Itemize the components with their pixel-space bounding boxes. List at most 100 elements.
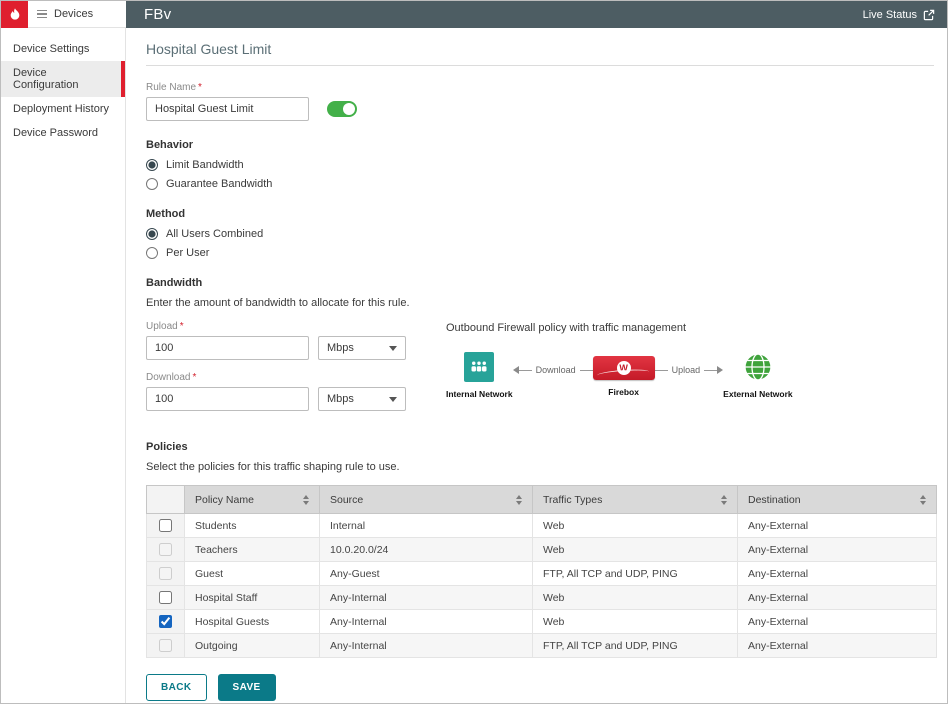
- watchguard-logo[interactable]: [1, 1, 28, 28]
- external-network-label: External Network: [723, 389, 792, 399]
- row-checkbox[interactable]: [159, 519, 172, 532]
- behavior-section-label: Behavior: [146, 139, 934, 151]
- table-header-row: Policy Name Source Traffic Types Destina…: [147, 486, 937, 514]
- chevron-down-icon: [389, 397, 397, 402]
- policies-table: Policy Name Source Traffic Types Destina…: [146, 485, 937, 658]
- required-asterisk: *: [180, 321, 184, 332]
- radio-label: Guarantee Bandwidth: [166, 178, 272, 190]
- row-checkbox[interactable]: [159, 615, 172, 628]
- live-status-label: Live Status: [863, 9, 917, 21]
- guarantee-bandwidth-radio[interactable]: [146, 178, 158, 190]
- bandwidth-fields: Upload* Mbps Download*: [146, 321, 406, 423]
- rule-name-label: Rule Name*: [146, 82, 934, 93]
- cell-destination: Any-External: [738, 514, 937, 538]
- cell-traffic-types: Web: [533, 586, 738, 610]
- cell-policy-name: Teachers: [185, 538, 320, 562]
- limit-bandwidth-radio[interactable]: [146, 159, 158, 171]
- cell-destination: Any-External: [738, 634, 937, 658]
- rule-name-input[interactable]: [146, 97, 309, 121]
- sort-icon: [721, 495, 727, 505]
- select-column-header: [147, 486, 185, 514]
- radio-all-users-combined[interactable]: All Users Combined: [146, 228, 934, 240]
- cell-source: Any-Guest: [320, 562, 533, 586]
- cell-source: Any-Internal: [320, 610, 533, 634]
- radio-guarantee-bandwidth[interactable]: Guarantee Bandwidth: [146, 178, 934, 190]
- firebox-label: Firebox: [608, 387, 639, 397]
- external-network-icon: [743, 352, 773, 382]
- back-button[interactable]: BACK: [146, 674, 207, 701]
- column-header-policy-name[interactable]: Policy Name: [185, 486, 320, 514]
- column-header-destination[interactable]: Destination: [738, 486, 937, 514]
- row-checkbox[interactable]: [159, 543, 172, 556]
- upload-arrow-label: Upload: [672, 365, 701, 375]
- app-window: Devices FBv Live Status Device Settings …: [0, 0, 948, 704]
- column-header-traffic-types[interactable]: Traffic Types: [533, 486, 738, 514]
- column-header-source[interactable]: Source: [320, 486, 533, 514]
- radio-limit-bandwidth[interactable]: Limit Bandwidth: [146, 159, 934, 171]
- live-status-link[interactable]: Live Status: [863, 9, 935, 21]
- toggle-knob: [343, 103, 355, 115]
- menu-icon: [37, 10, 47, 19]
- sidebar-item-device-password[interactable]: Device Password: [1, 121, 125, 145]
- bandwidth-description: Enter the amount of bandwidth to allocat…: [146, 297, 934, 309]
- table-row: Guest Any-Guest FTP, All TCP and UDP, PI…: [147, 562, 937, 586]
- cell-destination: Any-External: [738, 538, 937, 562]
- download-value-input[interactable]: [146, 387, 309, 411]
- table-row: Teachers 10.0.20.0/24 Web Any-External: [147, 538, 937, 562]
- table-row: Outgoing Any-Internal FTP, All TCP and U…: [147, 634, 937, 658]
- firebox-appliance-icon: W: [593, 356, 655, 380]
- save-button[interactable]: SAVE: [218, 674, 276, 701]
- device-header-bar: FBv Live Status: [126, 1, 947, 28]
- internal-network-icon: [464, 352, 494, 382]
- rule-enabled-toggle[interactable]: [327, 101, 357, 117]
- chevron-down-icon: [389, 346, 397, 351]
- required-asterisk: *: [198, 82, 202, 93]
- sort-icon: [516, 495, 522, 505]
- unit-value: Mbps: [327, 342, 354, 354]
- cell-traffic-types: Web: [533, 514, 738, 538]
- cell-destination: Any-External: [738, 586, 937, 610]
- upload-arrow: Upload: [655, 365, 724, 375]
- download-unit-select[interactable]: Mbps: [318, 387, 406, 411]
- top-bar: Devices FBv Live Status: [1, 1, 947, 28]
- upload-value-input[interactable]: [146, 336, 309, 360]
- radio-per-user[interactable]: Per User: [146, 247, 934, 259]
- per-user-radio[interactable]: [146, 247, 158, 259]
- all-users-combined-radio[interactable]: [146, 228, 158, 240]
- sort-icon: [920, 495, 926, 505]
- unit-value: Mbps: [327, 393, 354, 405]
- sort-icon: [303, 495, 309, 505]
- flame-icon: [7, 7, 23, 23]
- sidebar-item-device-configuration[interactable]: Device Configuration: [1, 61, 125, 97]
- cell-policy-name: Outgoing: [185, 634, 320, 658]
- internal-network-label: Internal Network: [446, 389, 513, 399]
- cell-traffic-types: Web: [533, 610, 738, 634]
- bandwidth-section-label: Bandwidth: [146, 277, 934, 289]
- devices-nav[interactable]: Devices: [28, 1, 126, 28]
- radio-label: Limit Bandwidth: [166, 159, 244, 171]
- cell-traffic-types: FTP, All TCP and UDP, PING: [533, 562, 738, 586]
- method-section-label: Method: [146, 208, 934, 220]
- sidebar-item-deployment-history[interactable]: Deployment History: [1, 97, 125, 121]
- sidebar-item-device-settings[interactable]: Device Settings: [1, 37, 125, 61]
- row-checkbox[interactable]: [159, 639, 172, 652]
- cell-source: Any-Internal: [320, 586, 533, 610]
- page-title: Hospital Guest Limit: [146, 41, 934, 66]
- firebox-swoosh: [596, 368, 648, 379]
- cell-policy-name: Hospital Staff: [185, 586, 320, 610]
- row-checkbox[interactable]: [159, 591, 172, 604]
- cell-policy-name: Hospital Guests: [185, 610, 320, 634]
- sidebar: Device Settings Device Configuration Dep…: [1, 28, 126, 703]
- cell-policy-name: Students: [185, 514, 320, 538]
- devices-label: Devices: [54, 8, 93, 20]
- cell-policy-name: Guest: [185, 562, 320, 586]
- radio-label: All Users Combined: [166, 228, 263, 240]
- radio-label: Per User: [166, 247, 209, 259]
- cell-source: Any-Internal: [320, 634, 533, 658]
- download-arrow-label: Download: [536, 365, 576, 375]
- table-row: Hospital Staff Any-Internal Web Any-Exte…: [147, 586, 937, 610]
- row-checkbox[interactable]: [159, 567, 172, 580]
- cell-traffic-types: FTP, All TCP and UDP, PING: [533, 634, 738, 658]
- cell-source: 10.0.20.0/24: [320, 538, 533, 562]
- upload-unit-select[interactable]: Mbps: [318, 336, 406, 360]
